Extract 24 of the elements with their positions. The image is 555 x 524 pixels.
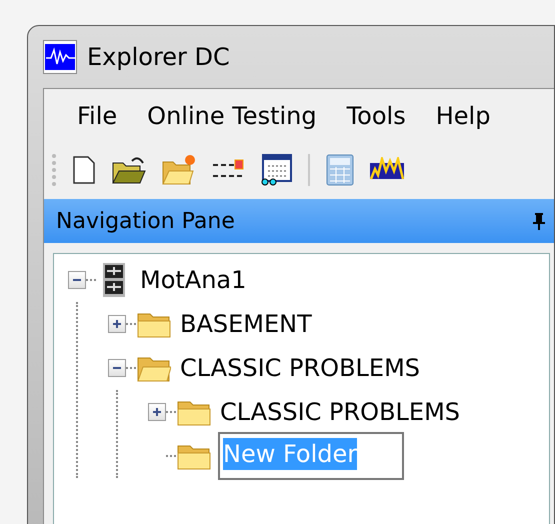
menu-item[interactable]: Tools	[338, 98, 414, 134]
new-folder-icon[interactable]	[162, 154, 196, 186]
open-folder-icon[interactable]	[112, 154, 146, 184]
server-icon	[103, 263, 125, 297]
report-icon[interactable]	[260, 154, 292, 186]
expand-icon[interactable]	[108, 315, 126, 333]
pane-title: Navigation Pane	[56, 208, 235, 236]
toolbar-grip	[52, 154, 56, 186]
collapse-icon[interactable]	[68, 271, 86, 289]
expand-icon[interactable]	[148, 403, 166, 421]
menu-item[interactable]: File	[69, 98, 126, 134]
tree-item-label[interactable]: CLASSIC PROBLEMS	[220, 394, 460, 430]
menu-item[interactable]: Help	[428, 98, 498, 134]
tree-item-label[interactable]: CLASSIC PROBLEMS	[180, 350, 420, 386]
new-document-icon[interactable]	[72, 156, 96, 184]
tree-item-label[interactable]: MotAna1	[140, 262, 246, 298]
collapse-icon[interactable]	[108, 359, 126, 377]
waveform-icon[interactable]	[370, 156, 404, 182]
pin-icon[interactable]	[532, 212, 546, 230]
app-icon	[43, 40, 77, 74]
tree-item-label[interactable]: BASEMENT	[180, 306, 312, 342]
calculator-icon[interactable]	[326, 154, 354, 186]
menu-item[interactable]: Online Testing	[139, 98, 325, 134]
window-title: Explorer DC	[87, 42, 230, 73]
